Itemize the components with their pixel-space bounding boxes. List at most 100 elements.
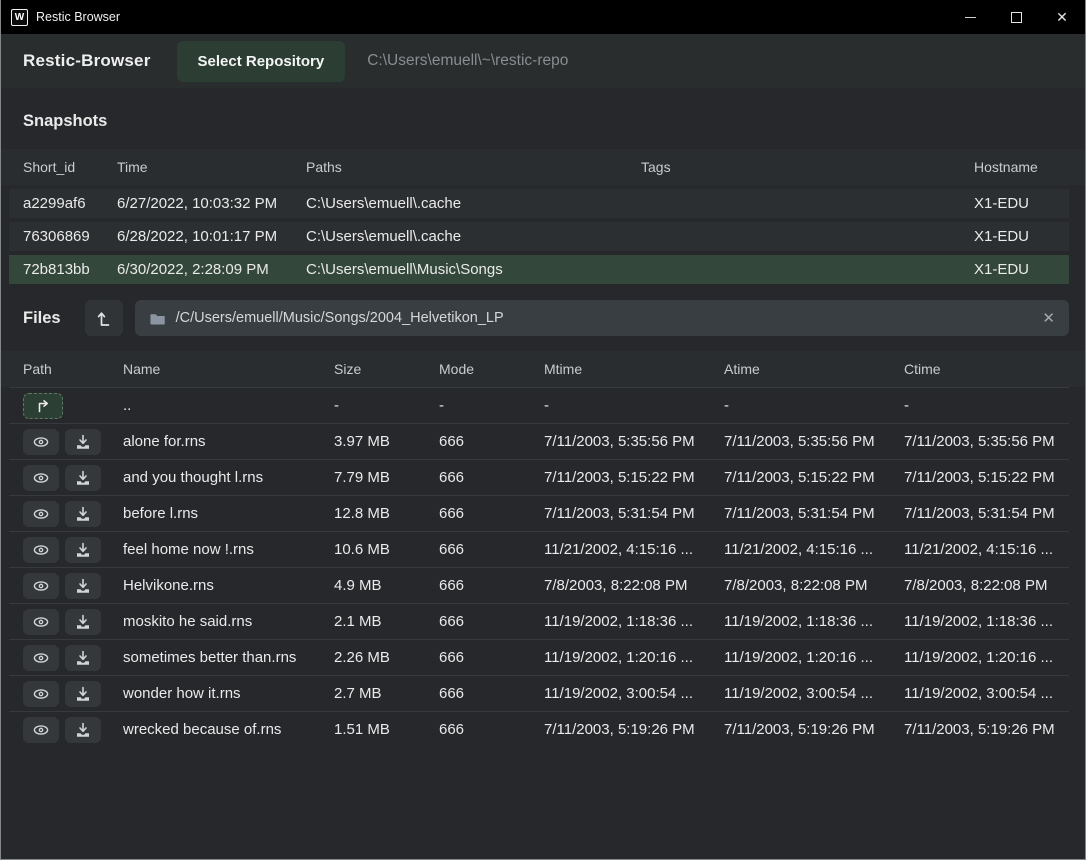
file-ctime: 7/11/2003, 5:15:22 PM	[904, 469, 1069, 486]
app-header: Restic-Browser Select Repository C:\User…	[1, 34, 1085, 88]
parent-row-atime: -	[724, 397, 904, 414]
snapshot-row[interactable]: 76306869 6/28/2022, 10:01:17 PM C:\Users…	[9, 222, 1069, 251]
col-time: Time	[117, 159, 306, 175]
clear-icon: ✕	[1042, 310, 1055, 327]
file-name: before l.rns	[123, 505, 334, 522]
file-size: 3.97 MB	[334, 433, 439, 450]
arrow-up-right-icon	[33, 396, 53, 416]
minimize-button[interactable]	[947, 0, 993, 34]
download-icon	[73, 540, 93, 560]
file-row: feel home now !.rns 10.6 MB 666 11/21/20…	[9, 531, 1069, 567]
eye-icon	[31, 720, 51, 740]
snapshot-row[interactable]: 72b813bb 6/30/2022, 2:28:09 PM C:\Users\…	[9, 255, 1069, 284]
go-parent-directory-button[interactable]	[23, 393, 63, 419]
files-table-header: Path Name Size Mode Mtime Atime Ctime	[1, 351, 1085, 387]
minimize-icon	[965, 17, 976, 18]
snapshot-row[interactable]: a2299af6 6/27/2022, 10:03:32 PM C:\Users…	[9, 189, 1069, 218]
file-ctime: 11/19/2002, 3:00:54 ...	[904, 685, 1069, 702]
preview-file-button[interactable]	[23, 537, 59, 563]
eye-icon	[31, 648, 51, 668]
parent-row-mode: -	[439, 397, 544, 414]
snapshot-paths: C:\Users\emuell\.cache	[306, 195, 641, 212]
file-atime: 11/19/2002, 3:00:54 ...	[724, 685, 904, 702]
snapshot-short-id: 72b813bb	[23, 261, 117, 278]
clear-path-button[interactable]: ✕	[1042, 309, 1055, 327]
preview-file-button[interactable]	[23, 645, 59, 671]
download-file-button[interactable]	[65, 717, 101, 743]
parent-row-name: ..	[123, 397, 334, 414]
file-mode: 666	[439, 505, 544, 522]
file-row: wrecked because of.rns 1.51 MB 666 7/11/…	[9, 711, 1069, 747]
snapshot-time: 6/27/2022, 10:03:32 PM	[117, 195, 306, 212]
col-size: Size	[334, 361, 439, 377]
preview-file-button[interactable]	[23, 573, 59, 599]
file-atime: 11/21/2002, 4:15:16 ...	[724, 541, 904, 558]
preview-file-button[interactable]	[23, 609, 59, 635]
preview-file-button[interactable]	[23, 681, 59, 707]
close-icon: ✕	[1056, 10, 1068, 24]
file-row: before l.rns 12.8 MB 666 7/11/2003, 5:31…	[9, 495, 1069, 531]
file-name: feel home now !.rns	[123, 541, 334, 558]
file-mtime: 7/11/2003, 5:35:56 PM	[544, 433, 724, 450]
download-file-button[interactable]	[65, 681, 101, 707]
file-atime: 7/11/2003, 5:15:22 PM	[724, 469, 904, 486]
maximize-button[interactable]	[993, 0, 1039, 34]
download-file-button[interactable]	[65, 645, 101, 671]
select-repository-button[interactable]: Select Repository	[177, 41, 346, 82]
file-mtime: 7/8/2003, 8:22:08 PM	[544, 577, 724, 594]
file-ctime: 11/19/2002, 1:20:16 ...	[904, 649, 1069, 666]
file-atime: 11/19/2002, 1:18:36 ...	[724, 613, 904, 630]
file-row: and you thought l.rns 7.79 MB 666 7/11/2…	[9, 459, 1069, 495]
download-icon	[73, 612, 93, 632]
snapshots-rows: a2299af6 6/27/2022, 10:03:32 PM C:\Users…	[1, 189, 1085, 284]
download-file-button[interactable]	[65, 465, 101, 491]
col-path: Path	[23, 361, 123, 377]
download-file-button[interactable]	[65, 501, 101, 527]
file-mtime: 7/11/2003, 5:15:22 PM	[544, 469, 724, 486]
file-mode: 666	[439, 613, 544, 630]
eye-icon	[31, 504, 51, 524]
preview-file-button[interactable]	[23, 717, 59, 743]
preview-file-button[interactable]	[23, 429, 59, 455]
file-mode: 666	[439, 433, 544, 450]
file-ctime: 7/11/2003, 5:35:56 PM	[904, 433, 1069, 450]
open-root-button[interactable]	[85, 300, 123, 336]
file-ctime: 7/11/2003, 5:31:54 PM	[904, 505, 1069, 522]
file-size: 2.1 MB	[334, 613, 439, 630]
preview-file-button[interactable]	[23, 501, 59, 527]
folder-icon	[149, 310, 166, 327]
preview-file-button[interactable]	[23, 465, 59, 491]
file-size: 1.51 MB	[334, 721, 439, 738]
download-file-button[interactable]	[65, 573, 101, 599]
download-file-button[interactable]	[65, 429, 101, 455]
snapshot-hostname: X1-EDU	[974, 195, 1069, 212]
snapshot-short-id: a2299af6	[23, 195, 117, 212]
file-row: Helvikone.rns 4.9 MB 666 7/8/2003, 8:22:…	[9, 567, 1069, 603]
col-paths: Paths	[306, 159, 641, 175]
eye-icon	[31, 576, 51, 596]
repository-path: C:\Users\emuell\~\restic-repo	[367, 52, 568, 70]
files-bar: Files /C/Users/emuell/Music/Songs/2004_H…	[23, 300, 1069, 336]
file-atime: 11/19/2002, 1:20:16 ...	[724, 649, 904, 666]
file-size: 7.79 MB	[334, 469, 439, 486]
file-row: moskito he said.rns 2.1 MB 666 11/19/200…	[9, 603, 1069, 639]
path-breadcrumb-bar[interactable]: /C/Users/emuell/Music/Songs/2004_Helveti…	[135, 300, 1069, 336]
file-mtime: 11/21/2002, 4:15:16 ...	[544, 541, 724, 558]
col-ctime: Ctime	[904, 361, 1069, 377]
download-file-button[interactable]	[65, 609, 101, 635]
file-size: 4.9 MB	[334, 577, 439, 594]
col-short-id: Short_id	[23, 159, 117, 175]
snapshots-heading: Snapshots	[23, 112, 1063, 131]
close-button[interactable]: ✕	[1039, 0, 1085, 34]
file-atime: 7/11/2003, 5:31:54 PM	[724, 505, 904, 522]
download-file-button[interactable]	[65, 537, 101, 563]
file-name: alone for.rns	[123, 433, 334, 450]
file-mode: 666	[439, 469, 544, 486]
file-size: 2.26 MB	[334, 649, 439, 666]
eye-icon	[31, 468, 51, 488]
snapshot-hostname: X1-EDU	[974, 261, 1069, 278]
parent-row-size: -	[334, 397, 439, 414]
parent-row-mtime: -	[544, 397, 724, 414]
snapshots-table-header: Short_id Time Paths Tags Hostname	[1, 149, 1085, 185]
download-icon	[73, 468, 93, 488]
